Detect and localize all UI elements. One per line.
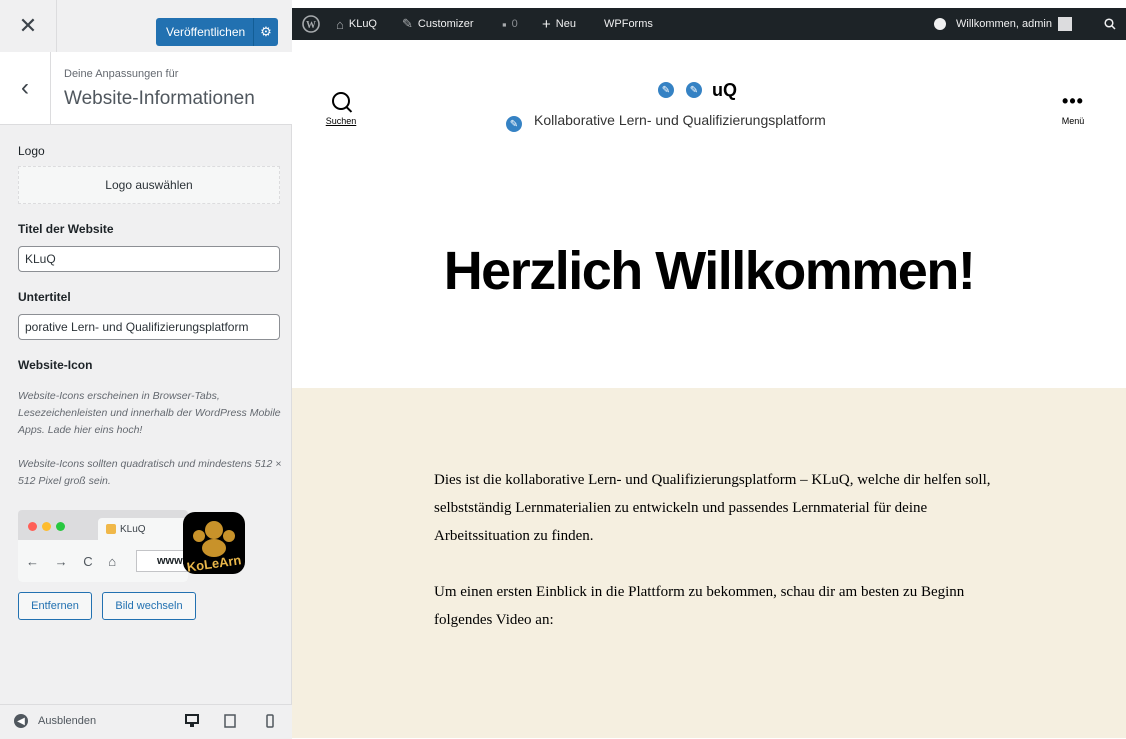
admin-bar-search[interactable] [1104, 8, 1116, 40]
section-subtitle: Deine Anpassungen für [64, 68, 179, 80]
admin-bar-site[interactable]: ⌂ KLuQ [336, 8, 377, 40]
yellow-dot-icon [42, 522, 51, 531]
mobile-preview-icon[interactable] [262, 713, 278, 729]
admin-bar-customizer[interactable]: ✎ Customizer [402, 8, 474, 40]
admin-bar-wpforms-label: WPForms [604, 18, 653, 30]
change-image-button[interactable]: Bild wechseln [102, 592, 196, 620]
admin-bar-customizer-label: Customizer [417, 18, 474, 30]
avatar [1057, 17, 1072, 31]
collapse-icon: ◀ [14, 714, 28, 728]
gear-icon[interactable]: ⚙ [253, 18, 278, 46]
wordpress-logo-icon[interactable]: W [302, 8, 320, 40]
site-icon-description: Website-Icons erscheinen in Browser-Tabs… [18, 390, 281, 436]
site-icon-label: Website-Icon [18, 358, 93, 372]
customizer-panel: ✕ Veröffentlichen ⚙ ‹ Deine Anpassungen … [0, 0, 292, 739]
admin-bar: W ⌂ KLuQ ✎ Customizer ▪ 0 + Neu WPForms … [292, 8, 1126, 40]
welcome-heading: Herzlich Willkommen! [443, 241, 976, 301]
admin-bar-comments[interactable]: ▪ 0 [502, 8, 518, 40]
site-icon-requirements: Website-Icons sollten quadratisch und mi… [18, 458, 282, 487]
publish-label: Veröffentlichen [166, 25, 246, 39]
admin-greeting: Willkommen, admin [956, 18, 1052, 30]
browser-tab-title: KLuQ [120, 523, 146, 535]
site-title-label: Titel der Website [18, 222, 114, 236]
search-icon [332, 92, 350, 110]
desktop-preview-icon[interactable] [184, 713, 200, 729]
close-customizer-button[interactable]: ✕ [0, 0, 57, 52]
admin-bar-new[interactable]: + Neu [542, 8, 576, 40]
select-logo-button[interactable]: Logo auswählen [18, 166, 280, 204]
publish-button[interactable]: Veröffentlichen ⚙ [156, 18, 278, 46]
more-dots-icon: ••• [1062, 91, 1084, 111]
search-icon [1104, 18, 1116, 30]
admin-bar-new-label: Neu [555, 18, 576, 30]
svg-text:W: W [306, 20, 316, 31]
customizer-header: ✕ Veröffentlichen ⚙ [0, 0, 292, 53]
comment-icon: ▪ [502, 16, 507, 32]
admin-bar-wpforms[interactable]: WPForms [604, 8, 653, 40]
menu-label: Menü [1061, 116, 1085, 126]
browser-nav-icons: ← → C ⌂ [26, 554, 123, 569]
section-header: ‹ Deine Anpassungen für Website-Informat… [0, 52, 292, 125]
remove-icon-button[interactable]: Entfernen [18, 592, 92, 620]
tablet-preview-icon[interactable] [222, 713, 238, 729]
tagline-input[interactable]: porative Lern- und Qualifizierungsplatfo… [18, 314, 280, 340]
header-search-button[interactable]: Suchen [316, 92, 366, 126]
dashboard-icon: ⌂ [336, 16, 344, 32]
red-dot-icon [28, 522, 37, 531]
video-intro-paragraph: Um einen ersten Einblick in die Plattfor… [434, 584, 965, 628]
customizer-footer: ◀ Ausblenden [0, 704, 292, 739]
tagline-label: Untertitel [18, 290, 71, 304]
browser-tab: KLuQ [98, 518, 188, 540]
site-preview: Suchen ✎ ✎ uQ ✎ Kollaborative Lern- und … [292, 40, 1126, 738]
menu-button[interactable]: ••• Menü [1048, 91, 1098, 126]
intro-paragraph: Dies ist die kollaborative Lern- und Qua… [434, 472, 991, 544]
site-tagline: Kollaborative Lern- und Qualifizierungsp… [534, 112, 826, 128]
site-title-input[interactable]: KLuQ [18, 246, 280, 272]
site-title[interactable]: uQ [712, 80, 737, 101]
section-title: Website-Informationen [64, 88, 255, 109]
admin-bar-site-name: KLuQ [348, 18, 377, 30]
plus-icon: + [542, 15, 551, 33]
edit-shortcut-pencil-icon[interactable]: ✎ [656, 80, 676, 100]
edit-shortcut-pencil-icon[interactable]: ✎ [504, 114, 524, 134]
favicon-icon [106, 524, 116, 534]
collapse-label: Ausblenden [38, 715, 97, 727]
search-label: Suchen [325, 116, 357, 126]
green-dot-icon [56, 522, 65, 531]
content-section: Dies ist die kollaborative Lern- und Qua… [292, 388, 1126, 738]
comments-count: 0 [511, 18, 518, 30]
user-status-icon [934, 18, 946, 30]
back-button[interactable]: ‹ [0, 52, 51, 124]
edit-shortcut-pencil-icon[interactable]: ✎ [684, 80, 704, 100]
logo-label: Logo [18, 144, 45, 158]
admin-bar-account[interactable]: Willkommen, admin [934, 8, 1072, 40]
brush-icon: ✎ [402, 16, 413, 31]
